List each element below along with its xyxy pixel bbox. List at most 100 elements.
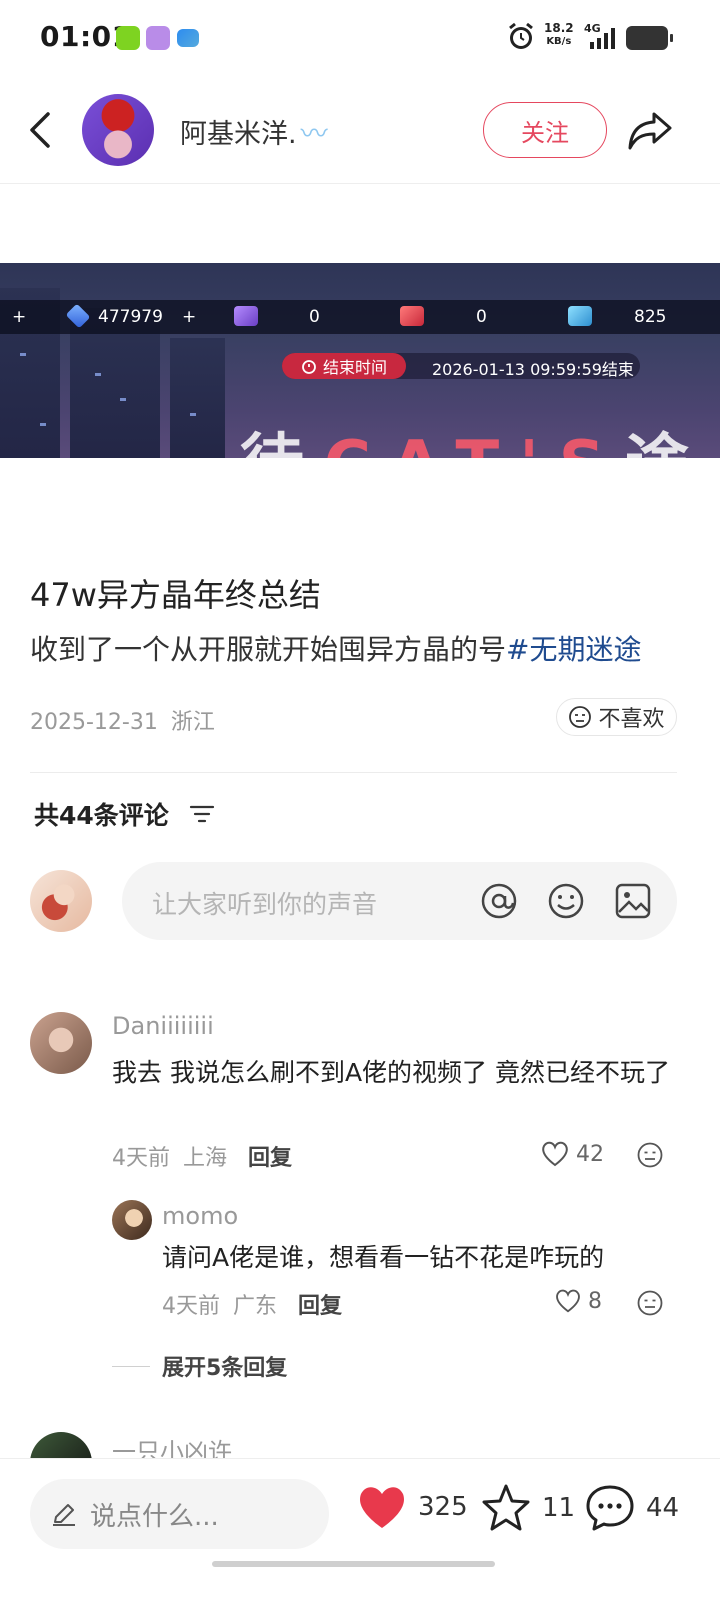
expand-replies-label: 展开5条回复 [162, 1356, 288, 1381]
back-arrow-icon[interactable] [26, 110, 56, 150]
dislike-button[interactable]: 不喜欢 [556, 698, 677, 736]
emoji-icon[interactable] [547, 882, 585, 920]
favorite-count: 11 [542, 1493, 576, 1523]
app-notification-icon-blue [177, 29, 199, 47]
sort-icon[interactable] [188, 802, 216, 826]
like-count: 325 [418, 1492, 468, 1522]
comment-count-bottom: 44 [646, 1493, 680, 1523]
image-icon[interactable] [614, 882, 652, 920]
app-notification-icon-green [116, 26, 140, 50]
end-time-box: 结束时间 2026-01-13 09:59:59结束 [282, 353, 640, 379]
battery-icon [626, 26, 673, 50]
star-outline-icon [482, 1484, 530, 1531]
divider [30, 772, 677, 773]
comment-input[interactable]: 让大家听到你的声音 [122, 862, 677, 940]
post-location: 浙江 [170, 710, 215, 735]
say-something-placeholder: 说点什么... [90, 1501, 219, 1532]
wind-emoji-icon: 〰 [300, 119, 328, 150]
network-speed: 18.2 KB/s [544, 22, 574, 48]
signal-bars-icon [590, 28, 615, 49]
crystal-icon [65, 303, 91, 329]
banner-window [190, 413, 196, 416]
network-speed-unit: KB/s [546, 36, 572, 47]
heart-outline-icon [542, 1141, 568, 1167]
bottom-action-bar: 说点什么... 325 11 44 [0, 1458, 720, 1600]
timer-icon [302, 360, 316, 374]
banner-deco-text: CAT'S [324, 428, 625, 458]
banner-window [20, 353, 26, 356]
reply-time: 4天前 [162, 1294, 220, 1319]
plus-icon: + [182, 307, 197, 327]
alarm-icon [509, 22, 533, 49]
post-image[interactable]: + 477979 + 0 0 825 结束时间 2026-01-13 09:59… [0, 263, 720, 458]
post-meta: 2025-12-31 浙江 [30, 704, 215, 736]
post-body: 收到了一个从开服就开始囤异方晶的号#无期迷途 [30, 628, 641, 668]
reply-like-button[interactable]: 8 [554, 1288, 602, 1314]
author-name[interactable]: 阿基米洋. 〰 [180, 112, 328, 151]
author-name-text: 阿基米洋. [180, 119, 297, 150]
author-avatar[interactable] [82, 94, 154, 166]
plus-icon: + [12, 307, 27, 327]
end-time-value: 2026-01-13 09:59:59结束 [432, 360, 634, 379]
comment-button[interactable]: 44 [584, 1483, 679, 1533]
resource-value: 0 [309, 307, 320, 327]
favorite-button[interactable]: 11 [480, 1483, 575, 1533]
heart-filled-icon [360, 1487, 404, 1528]
share-icon[interactable] [626, 106, 674, 154]
banner-window [120, 398, 126, 401]
comment-text: 我去 我说怎么刷不到A佬的视频了 竟然已经不玩了 [112, 1058, 670, 1087]
end-time-tag: 结束时间 [282, 353, 406, 379]
banner-window [40, 423, 46, 426]
signal-indicator: 4G [584, 22, 620, 52]
comment-location: 上海 [183, 1146, 228, 1171]
resource-value: 0 [476, 307, 487, 327]
post-header: 阿基米洋. 〰 关注 [0, 80, 720, 184]
comment-like-button[interactable]: 42 [540, 1140, 604, 1168]
replier-name[interactable]: momo [162, 1202, 238, 1230]
ticket-purple-icon [234, 306, 258, 326]
resource-value: 825 [634, 307, 667, 327]
banner-title-art: 徒CAT'S途 [240, 413, 709, 458]
comment-meta: 4天前 上海 回复 [112, 1140, 292, 1172]
dislike-face-icon[interactable] [636, 1289, 664, 1317]
my-avatar [30, 870, 92, 932]
banner-building [170, 338, 225, 458]
comment-like-count: 42 [576, 1141, 604, 1167]
comment-count: 共44条评论 [34, 801, 169, 830]
comment-time: 4天前 [112, 1146, 170, 1171]
reply-like-count: 8 [588, 1288, 602, 1314]
reply-meta: 4天前 广东 回复 [162, 1288, 342, 1320]
topic-link[interactable]: #无期迷途 [506, 633, 641, 666]
dislike-face-icon[interactable] [636, 1141, 664, 1169]
mention-icon[interactable] [480, 882, 518, 920]
end-time-label: 结束时间 [322, 358, 387, 377]
follow-button[interactable]: 关注 [483, 102, 607, 158]
commenter-avatar[interactable] [30, 1012, 92, 1074]
network-speed-value: 18.2 [544, 21, 574, 35]
say-something-input[interactable]: 说点什么... [30, 1479, 329, 1549]
ticket-red-icon [400, 306, 424, 326]
commenter-name[interactable]: Daniiiiiiii [112, 1012, 214, 1040]
home-indicator[interactable] [212, 1561, 495, 1567]
replier-avatar[interactable] [112, 1200, 152, 1240]
banner-window [95, 373, 101, 376]
resource-value: 477979 [98, 307, 163, 327]
reply-button[interactable]: 回复 [298, 1294, 342, 1319]
expand-replies-button[interactable]: 展开5条回复 [112, 1350, 287, 1382]
app-notification-icon-purple [146, 26, 170, 50]
pencil-icon [53, 1504, 75, 1526]
meh-face-icon [569, 706, 592, 728]
like-button[interactable]: 325 [356, 1483, 468, 1531]
resource-bar: + 477979 + 0 0 825 [0, 300, 720, 334]
ticket-blue-icon [568, 306, 592, 326]
post-date: 2025-12-31 [30, 710, 158, 735]
post-body-text: 收到了一个从开服就开始囤异方晶的号 [30, 633, 507, 666]
expand-line [112, 1365, 150, 1367]
post-title: 47w异方晶年终总结 [30, 576, 321, 614]
status-bar: 01:01 18.2 KB/s 4G [0, 0, 720, 78]
comment-input-placeholder: 让大家听到你的声音 [152, 890, 378, 919]
reply-text: 请问A佬是谁，想看看一钻不花是咋玩的 [162, 1243, 605, 1272]
reply-button[interactable]: 回复 [248, 1146, 292, 1171]
reply-location: 广东 [233, 1294, 278, 1319]
heart-outline-icon [556, 1289, 580, 1313]
